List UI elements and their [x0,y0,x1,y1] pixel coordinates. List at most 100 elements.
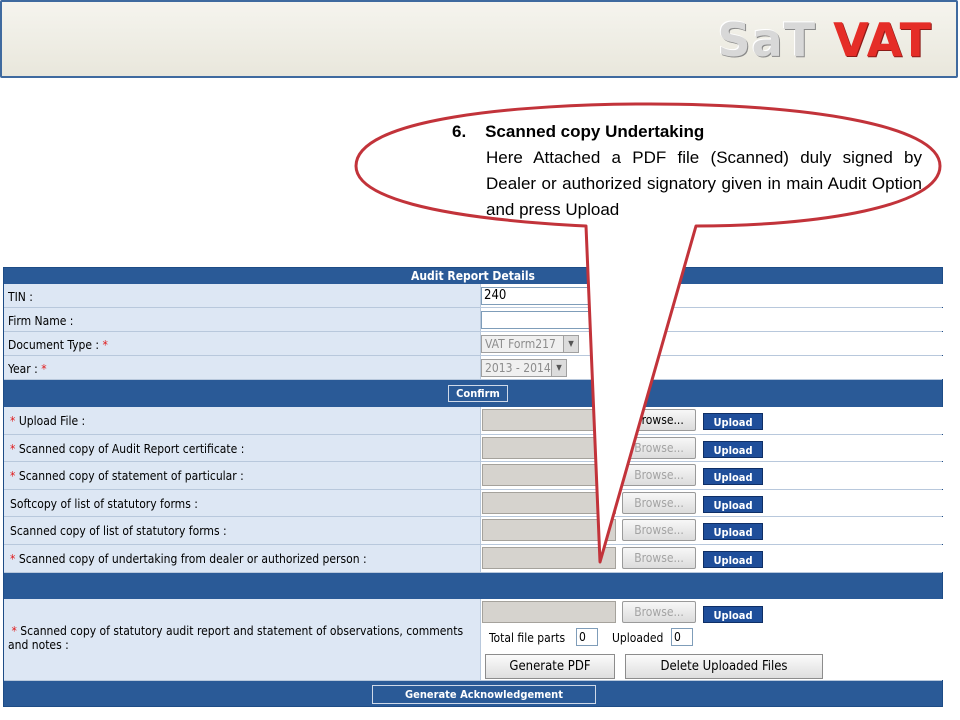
statutory-label: Scanned copy of statutory audit report a… [8,624,464,652]
browse-button[interactable]: Browse... [622,492,696,514]
required-mark: * [102,338,108,352]
browse-button[interactable]: Browse... [622,519,696,541]
year-value: 2013 - 2014 [485,361,551,375]
file-path-input[interactable] [482,547,616,569]
upload-row-label: Scanned copy of statement of particular … [18,469,244,483]
doctype-cell: VAT Form217 ▼ [480,332,943,355]
firm-row: Firm Name : [4,308,943,332]
chevron-down-icon: ▼ [563,336,578,352]
total-parts-label: Total file parts [489,631,566,645]
upload-button[interactable]: Upload [703,413,763,430]
callout-text: 6. Scanned copy Undertaking Here Attache… [452,119,922,223]
upload-row-label-wrap: * Scanned copy of statement of particula… [10,469,244,483]
callout-heading-line: 6. Scanned copy Undertaking [452,119,922,145]
generate-pdf-button[interactable]: Generate PDF [485,654,615,679]
browse-button[interactable]: Browse... [622,547,696,569]
upload-row-label: Upload File : [18,414,86,428]
upload-row-label-wrap: * Scanned copy of Audit Report certifica… [10,442,244,456]
file-path-input[interactable] [482,519,616,541]
statutory-upload-button[interactable]: Upload [703,606,763,623]
doctype-row: Document Type : * VAT Form217 ▼ [4,332,943,356]
section-separator [4,573,942,599]
year-label: Year : [8,362,38,376]
tin-cell: 240 [480,284,943,307]
form-title: Audit Report Details [4,268,942,284]
logo-sat: SaT [717,13,817,67]
confirm-button[interactable]: Confirm [448,385,508,402]
uploaded-input[interactable]: 0 [671,628,693,646]
total-parts-input[interactable]: 0 [576,628,598,646]
upload-button[interactable]: Upload [703,441,763,458]
callout-body: Here Attached a PDF file (Scanned) duly … [486,148,922,219]
file-path-input[interactable] [482,464,616,486]
upload-button[interactable]: Upload [703,551,763,568]
upload-row-cell: Browse... Upload [480,490,943,516]
logo-vat: VAT [833,13,932,67]
upload-row-label-wrap: Scanned copy of list of statutory forms … [10,524,227,538]
statutory-file-input[interactable] [482,601,616,623]
upload-row-label-wrap: * Scanned copy of undertaking from deale… [10,552,367,566]
acknowledgement-bar: Generate Acknowledgement [4,681,942,706]
required-mark: * [10,552,16,566]
upload-row-cell: Browse... Upload [480,462,943,489]
upload-row: * Scanned copy of Audit Report certifica… [4,435,943,462]
required-mark: * [41,362,47,376]
callout-number: 6. [452,122,467,141]
upload-row-label-wrap: Softcopy of list of statutory forms : [10,497,198,511]
chevron-down-icon: ▼ [551,360,566,376]
year-select[interactable]: 2013 - 2014 ▼ [481,359,567,377]
browse-button[interactable]: Browse... [622,437,696,459]
file-path-input[interactable] [482,492,616,514]
upload-row-cell: Browse... Upload [480,435,943,461]
upload-button[interactable]: Upload [703,496,763,513]
firm-label: Firm Name : [8,314,74,328]
upload-row-cell: Browse... Upload [480,407,943,434]
upload-row: Scanned copy of list of statutory forms … [4,517,943,545]
statutory-label-wrap: * Scanned copy of statutory audit report… [8,624,474,652]
upload-row-label: Scanned copy of undertaking from dealer … [18,552,367,566]
upload-row: * Scanned copy of statement of particula… [4,462,943,490]
statutory-row: * Scanned copy of statutory audit report… [4,599,943,681]
uploaded-label: Uploaded [612,631,664,645]
upload-row: Softcopy of list of statutory forms : Bro… [4,490,943,517]
required-mark: * [10,414,16,428]
browse-button[interactable]: Browse... [622,409,696,431]
doctype-label-wrap: Document Type : * [8,338,108,352]
year-row: Year : * 2013 - 2014 ▼ [4,356,943,380]
upload-button[interactable]: Upload [703,468,763,485]
sat-vat-logo: SaT VAT [718,14,932,66]
upload-row-label: Scanned copy of list of statutory forms … [10,524,227,538]
confirm-bar: Confirm [4,380,942,407]
required-mark: * [10,442,16,456]
upload-row-label: Softcopy of list of statutory forms : [10,497,198,511]
audit-report-form: Audit Report Details TIN : 240 Firm Name… [3,267,943,707]
generate-acknowledgement-button[interactable]: Generate Acknowledgement [372,685,596,704]
file-path-input[interactable] [482,409,616,431]
required-mark: * [10,469,16,483]
upload-button[interactable]: Upload [703,523,763,540]
callout-heading: Scanned copy Undertaking [485,122,705,141]
firm-name-input[interactable] [481,311,593,329]
firm-cell [480,308,943,331]
upload-row: * Scanned copy of undertaking from deale… [4,545,943,573]
tin-input[interactable]: 240 [481,287,593,305]
upload-row-cell: Browse... Upload [480,517,943,544]
statutory-browse-button[interactable]: Browse... [622,601,696,623]
doctype-label: Document Type : [8,338,100,352]
upload-row-label-wrap: * Upload File : [10,414,85,428]
file-path-input[interactable] [482,437,616,459]
upload-row-cell: Browse... Upload [480,545,943,572]
statutory-cell: Browse... Upload Total file parts 0 Uplo… [480,599,943,680]
delete-uploaded-files-button[interactable]: Delete Uploaded Files [625,654,823,679]
browse-button[interactable]: Browse... [622,464,696,486]
document-type-value: VAT Form217 [485,337,556,351]
required-mark: * [11,624,17,638]
tin-label: TIN : [8,290,33,304]
document-type-select[interactable]: VAT Form217 ▼ [481,335,579,353]
year-cell: 2013 - 2014 ▼ [480,356,943,379]
upload-row: * Upload File : Browse... Upload [4,407,943,435]
tin-row: TIN : 240 [4,284,943,308]
upload-row-label: Scanned copy of Audit Report certificate… [18,442,245,456]
year-label-wrap: Year : * [8,362,47,376]
header-banner: SaT VAT [0,0,958,78]
